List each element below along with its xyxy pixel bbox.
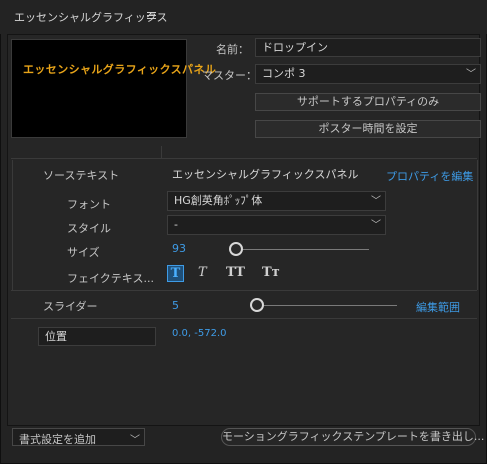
- chevron-down-icon: ﹀: [371, 196, 381, 207]
- position-value[interactable]: 0.0, -572.0: [172, 328, 227, 339]
- panel-titlebar: エッセンシャルグラフィックス: [0, 0, 487, 34]
- master-comp-select[interactable]: コンポ 3 ﹀: [255, 64, 481, 84]
- size-slider-handle[interactable]: [229, 242, 243, 256]
- font-select[interactable]: HG創英角ﾎﾟｯﾌﾟ体 ﹀: [167, 191, 386, 211]
- slider-property-label: スライダー: [43, 300, 98, 313]
- template-preview-thumbnail: [11, 39, 187, 138]
- divider: [11, 290, 477, 291]
- name-label: 名前：: [216, 43, 249, 56]
- slider-property-value[interactable]: 5: [172, 299, 179, 312]
- add-formatting-label: 書式設定を追加: [19, 433, 96, 446]
- faux-bold-button[interactable]: T: [167, 265, 184, 282]
- source-text-value[interactable]: エッセンシャルグラフィックスパネル: [172, 166, 358, 182]
- style-value: -: [174, 218, 178, 231]
- solo-supported-properties-button[interactable]: サポートするプロパティのみ: [255, 93, 481, 111]
- preview-text: エッセンシャルグラフィックスパネル: [23, 63, 217, 76]
- faux-styles-label: フェイクテキス...: [67, 272, 154, 285]
- export-motion-graphics-template-button[interactable]: モーショングラフィックステンプレートを書き出し...: [221, 428, 484, 446]
- slider-property-track[interactable]: [250, 305, 397, 306]
- chevron-down-icon: ﹀: [371, 220, 381, 231]
- master-comp-value: コンポ 3: [262, 67, 306, 80]
- faux-italic-button[interactable]: T: [198, 265, 207, 280]
- divider: [161, 146, 162, 158]
- size-label: サイズ: [67, 246, 100, 259]
- chevron-down-icon: ﹀: [130, 435, 140, 446]
- position-property-name-field[interactable]: 位置: [38, 327, 156, 346]
- edit-properties-link[interactable]: プロパティを編集: [386, 168, 473, 184]
- size-value[interactable]: 93: [172, 242, 186, 255]
- font-value: HG創英角ﾎﾟｯﾌﾟ体: [174, 194, 263, 207]
- panel-title: エッセンシャルグラフィックス: [14, 11, 168, 24]
- font-label: フォント: [67, 198, 111, 211]
- size-slider-track[interactable]: [236, 249, 369, 250]
- edit-range-link[interactable]: 編集範囲: [416, 299, 460, 315]
- style-label: スタイル: [67, 222, 111, 235]
- template-name-field[interactable]: ドロップイン: [255, 38, 481, 57]
- divider: [11, 158, 477, 159]
- master-label: マスター：: [202, 69, 257, 82]
- divider: [11, 318, 477, 319]
- all-caps-button[interactable]: TT: [226, 265, 245, 280]
- panel-menu-icon[interactable]: [147, 12, 156, 19]
- chevron-down-icon: ﹀: [466, 69, 476, 80]
- small-caps-button[interactable]: Tт: [262, 265, 280, 280]
- set-poster-time-button[interactable]: ポスター時間を設定: [255, 120, 481, 138]
- style-select[interactable]: - ﹀: [167, 215, 386, 235]
- add-formatting-select[interactable]: 書式設定を追加 ﹀: [12, 428, 145, 446]
- source-text-label: ソーステキスト: [43, 169, 120, 182]
